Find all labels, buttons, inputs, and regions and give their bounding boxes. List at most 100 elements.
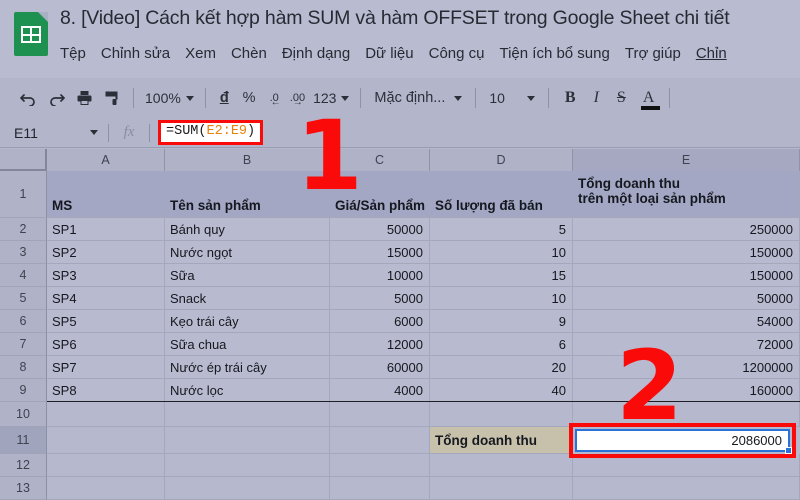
cell-d2[interactable]: 5 (430, 218, 573, 241)
cell-e3[interactable]: 150000 (573, 241, 800, 264)
menu-item-format[interactable]: Định dạng (282, 45, 350, 62)
font-family-selector[interactable]: Mặc định... (368, 90, 468, 106)
column-header-a[interactable]: A (47, 149, 165, 171)
cell-a1[interactable]: MS (47, 171, 165, 218)
row-header-12[interactable]: 12 (0, 454, 47, 477)
italic-button[interactable]: I (585, 89, 608, 107)
row-header-7[interactable]: 7 (0, 333, 47, 356)
cell-c8[interactable]: 60000 (330, 356, 430, 379)
cell-b11[interactable] (165, 427, 330, 454)
cell-c12[interactable] (330, 454, 430, 477)
cell-b3[interactable]: Nước ngọt (165, 241, 330, 264)
cell-c6[interactable]: 6000 (330, 310, 430, 333)
column-header-e[interactable]: E (573, 149, 800, 171)
cell-a10[interactable] (47, 402, 165, 427)
cell-b8[interactable]: Nước ép trái cây (165, 356, 330, 379)
cell-a9[interactable]: SP8 (47, 379, 165, 402)
cell-e8[interactable]: 1200000 (573, 356, 800, 379)
cell-d13[interactable] (430, 477, 573, 500)
cell-a7[interactable]: SP6 (47, 333, 165, 356)
row-header-3[interactable]: 3 (0, 241, 47, 264)
fill-handle[interactable] (785, 447, 792, 454)
print-icon[interactable] (70, 84, 98, 112)
cell-d6[interactable]: 9 (430, 310, 573, 333)
menu-item-addons[interactable]: Tiện ích bổ sung (499, 45, 609, 62)
percent-format-button[interactable]: % (236, 90, 263, 106)
cell-d4[interactable]: 15 (430, 264, 573, 287)
cell-a6[interactable]: SP5 (47, 310, 165, 333)
cell-b13[interactable] (165, 477, 330, 500)
cell-c7[interactable]: 12000 (330, 333, 430, 356)
cell-c9[interactable]: 4000 (330, 379, 430, 402)
cell-d11-total-label[interactable]: Tổng doanh thu (430, 427, 573, 454)
cell-b5[interactable]: Snack (165, 287, 330, 310)
cell-d10[interactable] (430, 402, 573, 427)
row-header-8[interactable]: 8 (0, 356, 47, 379)
formula-input[interactable]: =SUM(E2:E9) (158, 120, 264, 145)
cell-c3[interactable]: 15000 (330, 241, 430, 264)
cell-c2[interactable]: 50000 (330, 218, 430, 241)
cell-e13[interactable] (573, 477, 800, 500)
cell-a2[interactable]: SP1 (47, 218, 165, 241)
cell-c5[interactable]: 5000 (330, 287, 430, 310)
cell-b2[interactable]: Bánh quy (165, 218, 330, 241)
menu-item-edit[interactable]: Chỉnh sửa (101, 45, 170, 62)
cell-d9[interactable]: 40 (430, 379, 573, 402)
cell-d1[interactable]: Số lượng đã bán (430, 171, 573, 218)
cell-c11[interactable] (330, 427, 430, 454)
menu-item-help[interactable]: Trợ giúp (625, 45, 681, 62)
row-header-1[interactable]: 1 (0, 171, 47, 218)
cell-b9[interactable]: Nước lọc (165, 379, 330, 402)
cell-b7[interactable]: Sữa chua (165, 333, 330, 356)
row-header-4[interactable]: 4 (0, 264, 47, 287)
cell-b6[interactable]: Kẹo trái cây (165, 310, 330, 333)
cell-e6[interactable]: 54000 (573, 310, 800, 333)
row-header-9[interactable]: 9 (0, 379, 47, 402)
cell-e7[interactable]: 72000 (573, 333, 800, 356)
name-box[interactable]: E11 (0, 118, 108, 148)
redo-icon[interactable] (42, 84, 70, 112)
cell-e4[interactable]: 150000 (573, 264, 800, 287)
cell-a13[interactable] (47, 477, 165, 500)
cell-d5[interactable]: 10 (430, 287, 573, 310)
font-size-selector[interactable]: 10 (483, 90, 541, 106)
cell-a3[interactable]: SP2 (47, 241, 165, 264)
cell-a12[interactable] (47, 454, 165, 477)
strikethrough-button[interactable]: S (608, 89, 635, 107)
cell-e1[interactable]: Tổng doanh thu trên một loại sản phẩm (573, 171, 800, 218)
menu-item-file[interactable]: Tệp (60, 45, 86, 62)
cell-c4[interactable]: 10000 (330, 264, 430, 287)
cell-b10[interactable] (165, 402, 330, 427)
row-header-13[interactable]: 13 (0, 477, 47, 500)
zoom-selector[interactable]: 100% (141, 90, 198, 106)
row-header-10[interactable]: 10 (0, 402, 47, 427)
cell-b12[interactable] (165, 454, 330, 477)
row-header-2[interactable]: 2 (0, 218, 47, 241)
menu-item-last-edit[interactable]: Chỉn (696, 45, 727, 62)
cell-e2[interactable]: 250000 (573, 218, 800, 241)
cell-c10[interactable] (330, 402, 430, 427)
decrease-decimal-button[interactable]: .0 ← (263, 92, 283, 108)
cell-c13[interactable] (330, 477, 430, 500)
cell-a11[interactable] (47, 427, 165, 454)
cell-d3[interactable]: 10 (430, 241, 573, 264)
row-header-11[interactable]: 11 (0, 427, 47, 454)
cell-a4[interactable]: SP3 (47, 264, 165, 287)
cell-a5[interactable]: SP4 (47, 287, 165, 310)
row-header-6[interactable]: 6 (0, 310, 47, 333)
cell-d8[interactable]: 20 (430, 356, 573, 379)
bold-button[interactable]: B (556, 89, 585, 107)
cell-e5[interactable]: 50000 (573, 287, 800, 310)
row-header-5[interactable]: 5 (0, 287, 47, 310)
menu-item-data[interactable]: Dữ liệu (365, 45, 413, 62)
menu-item-view[interactable]: Xem (185, 45, 216, 62)
undo-icon[interactable] (14, 84, 42, 112)
column-header-d[interactable]: D (430, 149, 573, 171)
cell-d12[interactable] (430, 454, 573, 477)
select-all-corner[interactable] (0, 149, 47, 171)
paint-format-icon[interactable] (98, 84, 126, 112)
menu-item-insert[interactable]: Chèn (231, 45, 267, 62)
cell-e9[interactable]: 160000 (573, 379, 800, 402)
cell-a8[interactable]: SP7 (47, 356, 165, 379)
currency-format-button[interactable]: đ (213, 90, 236, 106)
